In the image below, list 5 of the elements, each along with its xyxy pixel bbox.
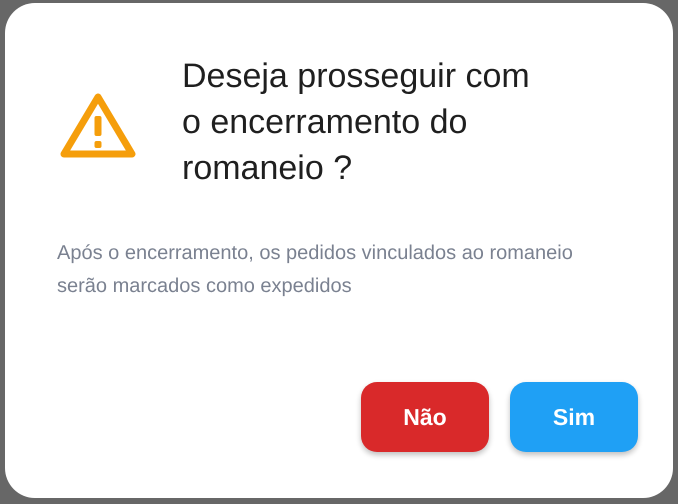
- warning-icon: [60, 92, 136, 158]
- confirm-button[interactable]: Sim: [510, 382, 638, 452]
- dialog-title: Deseja prosseguir com o encerramento do romaneio ?: [182, 56, 531, 189]
- cancel-button[interactable]: Não: [361, 382, 489, 452]
- dialog-message: Após o encerramento, os pedidos vinculados ao romaneio serão marcados como expedidos: [57, 241, 574, 299]
